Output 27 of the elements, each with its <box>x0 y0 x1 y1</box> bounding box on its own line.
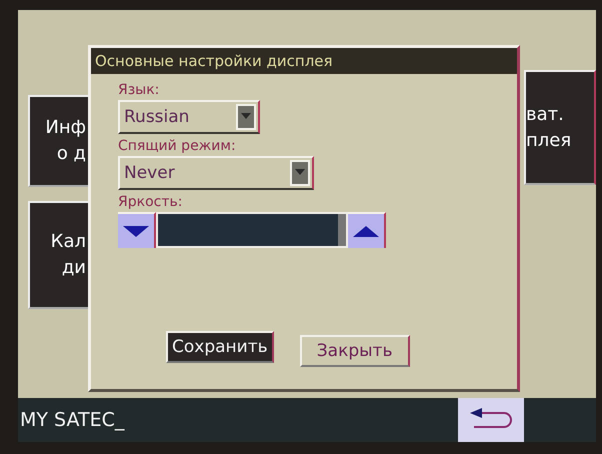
dropdown-value: Never <box>124 163 175 183</box>
status-text: MY SATEC_ <box>19 409 124 431</box>
tile-label: о д <box>56 142 86 166</box>
down-triangle-icon <box>123 224 149 238</box>
menu-tile[interactable]: ват. плея <box>524 70 596 185</box>
tile-label: ват. <box>526 102 564 126</box>
field-label: Спящий режим: <box>118 138 237 154</box>
back-button[interactable] <box>458 398 524 442</box>
slider-thumb[interactable] <box>338 214 346 246</box>
menu-tile[interactable]: Инф о д <box>28 95 90 187</box>
dropdown-field[interactable]: Never <box>118 156 314 190</box>
field-label: Язык: <box>118 82 160 98</box>
increase-button[interactable] <box>348 212 386 248</box>
dropdown-value: Russian <box>124 107 190 127</box>
tile-label: ди <box>62 256 86 280</box>
tile-label: Кал <box>50 230 86 254</box>
dialog-title: Основные настройки дисплея <box>91 48 517 74</box>
tile-label: плея <box>526 128 572 152</box>
field-label: Яркость: <box>118 194 184 210</box>
tile-label: Инф <box>45 116 86 140</box>
brightness-slider[interactable] <box>156 212 348 248</box>
dropdown-field[interactable]: Russian <box>118 100 260 134</box>
decrease-button[interactable] <box>118 212 156 248</box>
menu-tile[interactable]: Кал ди <box>28 201 90 309</box>
dialog-button[interactable]: Сохранить <box>166 331 274 363</box>
up-triangle-icon <box>353 224 379 238</box>
dialog-button[interactable]: Закрыть <box>300 335 410 367</box>
